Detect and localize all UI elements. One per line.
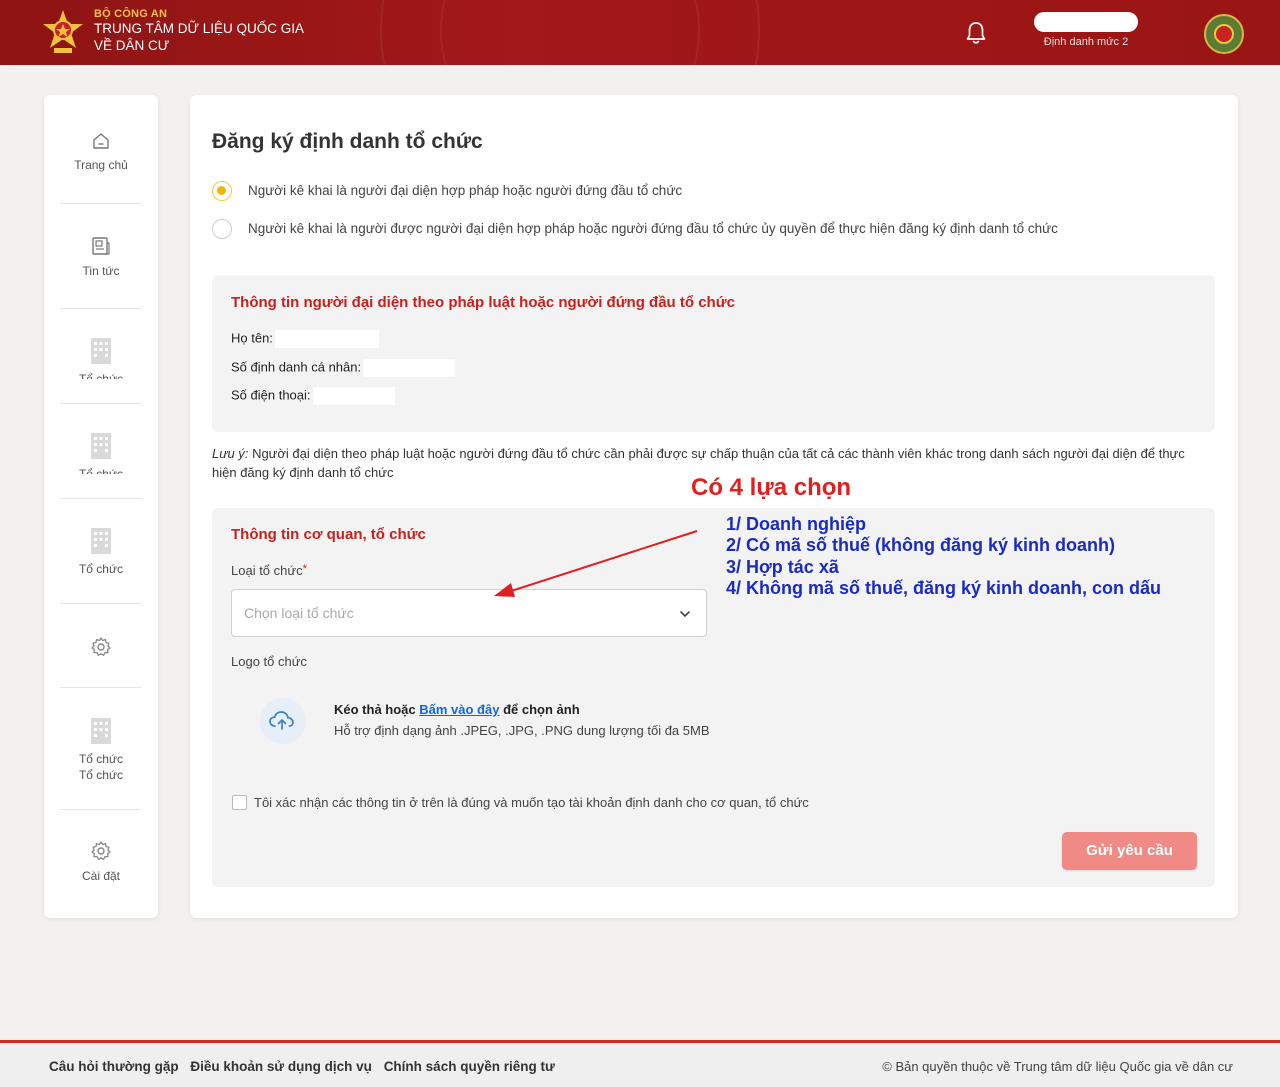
building-icon (91, 718, 111, 744)
sidebar-item-organization[interactable]: Tổ chức (44, 525, 158, 577)
rep-name-row: Họ tên: (231, 330, 379, 348)
news-icon (92, 237, 110, 255)
user-name-redacted (1034, 12, 1138, 32)
sidebar-item-label: Trang chủ (74, 158, 128, 172)
annotation-item: 1/ Doanh nghiệp (726, 514, 867, 534)
sidebar-divider (60, 809, 142, 810)
sidebar-divider (60, 498, 142, 499)
page-title: Đăng ký định danh tổ chức (212, 130, 483, 153)
rep-id-value-redacted (363, 359, 456, 377)
gear-icon (91, 637, 111, 656)
annotation-item: 4/ Không mã số thuế, đăng ký kinh doanh,… (726, 577, 1162, 598)
representative-panel-title: Thông tin người đại diện theo pháp luật … (231, 294, 735, 311)
sidebar-item-label-line1: Tổ chức (78, 752, 124, 766)
radio-label: Người kê khai là người được người đại di… (248, 221, 1058, 236)
upload-instruction: Kéo thả hoặc Bấm vào đây để chọn ảnh (334, 702, 580, 717)
sidebar-divider (60, 203, 142, 204)
sidebar-item-settings[interactable]: Cài đặt (44, 840, 158, 884)
confirm-label: Tôi xác nhận các thông tin ở trên là đún… (254, 795, 809, 810)
avatar[interactable] (1204, 14, 1244, 54)
sidebar-item-label-line2: Tổ chức (78, 768, 124, 782)
sidebar-item-label: Tổ chức (78, 467, 124, 474)
rep-phone-row: Số điện thoại: (231, 387, 395, 405)
sidebar-item-organization[interactable]: Tổ chức (44, 430, 158, 474)
sidebar-item-organization[interactable]: Tổ chức Tổ chức (44, 715, 158, 783)
annotation-list: 1/ Doanh nghiệp 2/ Có mã số thuế (không … (726, 514, 1161, 599)
note-label: Lưu ý: (212, 446, 249, 461)
radio-button[interactable] (212, 219, 232, 239)
org-type-select[interactable]: Chọn loại tổ chức (231, 589, 707, 637)
sidebar-item-label: Tin tức (82, 264, 120, 278)
ministry-name: BỘ CÔNG AN (94, 8, 168, 20)
org-name: BỘ CÔNG AN TRUNG TÂM DỮ LIỆU QUỐC GIA VỀ… (94, 8, 304, 54)
annotation-title: Có 4 lựa chọn (691, 474, 852, 501)
rep-name-label: Họ tên: (231, 330, 273, 346)
sidebar-divider (60, 403, 142, 404)
sidebar-divider (60, 603, 142, 604)
upload-suffix: để chọn ảnh (503, 702, 580, 717)
annotation-item: 2/ Có mã số thuế (không đăng ký kinh doa… (726, 535, 1116, 556)
footer-links: Câu hỏi thường gặp Điều khoản sử dụng dị… (49, 1059, 563, 1074)
upload-browse-link[interactable]: Bấm vào đây (419, 702, 499, 717)
sidebar-item-label: Cài đặt (81, 869, 121, 883)
logo-label: Logo tổ chức (231, 654, 307, 669)
organization-panel-title: Thông tin cơ quan, tổ chức (231, 526, 426, 543)
upload-dropzone[interactable] (260, 698, 306, 744)
sidebar-item-label: Tổ chức Tổ chức (44, 751, 158, 783)
sidebar-item-home[interactable]: Trang chủ (44, 131, 158, 173)
identity-level: Định danh mức 2 (1043, 36, 1129, 48)
representative-panel: Thông tin người đại diện theo pháp luật … (212, 275, 1215, 432)
submit-button[interactable]: Gửi yêu cầu (1062, 832, 1197, 870)
rep-phone-label: Số điện thoại: (231, 387, 311, 403)
radio-button-checked[interactable] (212, 181, 232, 201)
confirm-checkbox[interactable] (232, 795, 247, 810)
sidebar-divider (60, 687, 142, 688)
cloud-upload-icon (269, 711, 294, 730)
top-header: BỘ CÔNG AN TRUNG TÂM DỮ LIỆU QUỐC GIA VỀ… (0, 0, 1280, 65)
sidebar-item-news[interactable]: Tin tức (44, 235, 158, 279)
police-emblem-logo[interactable] (40, 8, 86, 56)
footer-link-privacy[interactable]: Chính sách quyền riêng tư (384, 1059, 555, 1074)
sidebar-divider (60, 308, 142, 309)
org-type-label: Loại tổ chức* (231, 563, 307, 578)
sidebar-item-label: Tổ chức (78, 562, 124, 576)
footer-link-faq[interactable]: Câu hỏi thường gặp (49, 1059, 179, 1074)
home-icon (93, 133, 109, 149)
rep-id-row: Số định danh cá nhân: (231, 359, 456, 377)
upload-hint: Hỗ trợ định dạng ảnh .JPEG, .JPG, .PNG d… (334, 723, 710, 738)
rep-id-label: Số định danh cá nhân: (231, 359, 362, 375)
building-icon (91, 433, 111, 459)
sidebar-item-settings[interactable] (44, 636, 158, 658)
rep-phone-value-redacted (312, 387, 395, 405)
sidebar-item-label: Tổ chức (78, 372, 124, 379)
org-type-placeholder: Chọn loại tổ chức (244, 605, 354, 621)
gear-icon (91, 841, 111, 860)
building-icon (91, 528, 111, 554)
upload-prefix: Kéo thả hoặc (334, 702, 416, 717)
bell-icon[interactable] (964, 20, 988, 46)
org-name-line2: VỀ DÂN CƯ (94, 38, 170, 53)
radio-label: Người kê khai là người đại diện hợp pháp… (248, 183, 683, 198)
annotation-item: 3/ Hợp tác xã (726, 556, 839, 577)
sidebar-item-organization[interactable]: Tổ chức (44, 335, 158, 379)
copyright: © Bản quyền thuộc về Trung tâm dữ liệu Q… (882, 1059, 1233, 1074)
org-name-line1: TRUNG TÂM DỮ LIỆU QUỐC GIA (94, 21, 305, 36)
footer: Câu hỏi thường gặp Điều khoản sử dụng dị… (0, 1040, 1280, 1087)
user-menu[interactable]: Định danh mức 2 (1030, 12, 1142, 48)
header-decoration (440, 0, 700, 65)
rep-name-value-redacted (274, 330, 379, 348)
building-icon (91, 338, 111, 364)
avatar-emblem (1214, 24, 1234, 44)
org-type-label-text: Loại tổ chức (231, 563, 303, 578)
footer-link-terms[interactable]: Điều khoản sử dụng dịch vụ (190, 1059, 372, 1074)
sidebar: Trang chủ Tin tức Tổ chức Tổ chức Tổ chứ… (44, 95, 158, 918)
chevron-down-icon (680, 611, 690, 617)
required-marker: * (302, 563, 307, 575)
